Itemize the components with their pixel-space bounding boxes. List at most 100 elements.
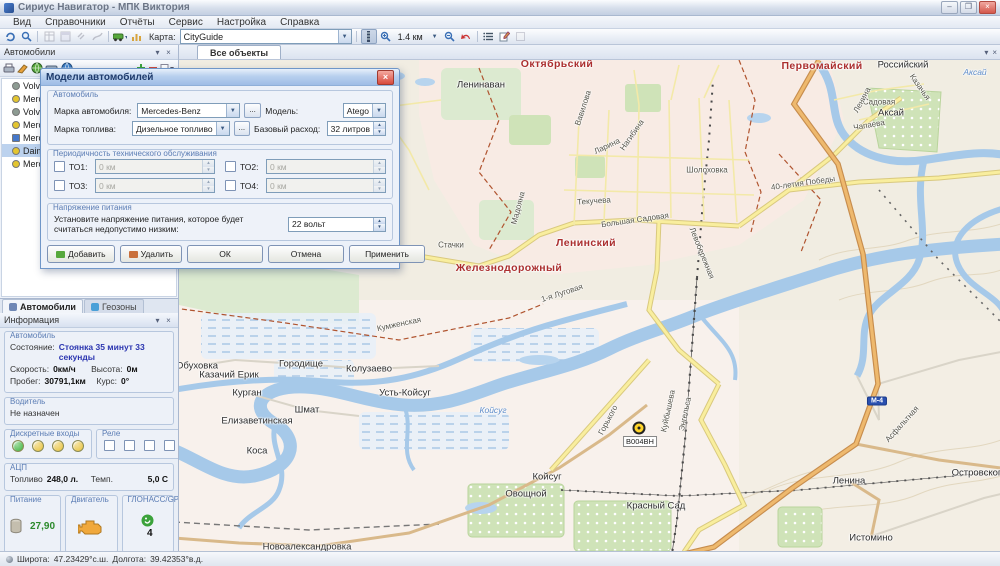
driver-group: Водитель Не назначен (4, 397, 174, 425)
close-button[interactable]: × (979, 1, 996, 14)
model-label: Модель: (265, 106, 338, 116)
info-panel-title: Информация (4, 315, 152, 325)
ok-button[interactable]: ОК (187, 245, 263, 263)
relay-checkbox[interactable] (104, 440, 115, 451)
spinner-buttons[interactable]: ▲▼ (373, 218, 385, 231)
close-panel-icon[interactable]: × (163, 47, 174, 58)
vehicle-status-icon (12, 108, 20, 116)
pin-icon[interactable]: ▾ (152, 47, 163, 58)
menu-item[interactable]: Настройка (210, 17, 273, 28)
menu-item[interactable]: Вид (6, 17, 38, 28)
power-value: 27,90 (30, 521, 55, 532)
adc-group: АЦП Топливо 248,0 л. Темп. 5,0 С (4, 463, 174, 491)
zoom-out-icon[interactable] (443, 30, 457, 43)
fuel-value: 248,0 л. (47, 474, 91, 484)
discrete-input-led (52, 440, 64, 452)
sidebar-tabs: АвтомобилиГеозоны (0, 298, 178, 313)
mileage-label: Пробег: (10, 376, 41, 386)
printer-icon[interactable] (3, 63, 15, 74)
chevron-down-icon[interactable]: ▼ (216, 122, 229, 135)
spinner-buttons[interactable]: ▲▼ (373, 122, 385, 135)
relay-checkbox[interactable] (144, 440, 155, 451)
to-checkbox[interactable] (54, 161, 65, 172)
to-checkbox[interactable] (225, 180, 236, 191)
relay-checkbox[interactable] (124, 440, 135, 451)
fuel-browse-button[interactable]: ... (234, 121, 250, 136)
consumption-label: Базовый расход: (254, 124, 323, 134)
map-select[interactable]: CityGuide ▼ (180, 29, 352, 44)
chevron-down-icon[interactable]: ▼ (226, 104, 239, 117)
dialog-title: Модели автомобилей (46, 72, 377, 83)
chevron-down-icon[interactable]: ▼ (429, 30, 441, 43)
vehicle-status-icon (12, 134, 20, 142)
dialog-close-button[interactable]: × (377, 70, 394, 85)
back-arrow-icon[interactable] (459, 30, 473, 43)
menu-item[interactable]: Сервис (162, 17, 210, 28)
zoom-in-icon[interactable] (379, 30, 393, 43)
brand-select[interactable]: Mercedes-Benz ▼ (137, 103, 240, 118)
to-checkbox[interactable] (54, 180, 65, 191)
refresh-icon[interactable] (3, 30, 17, 43)
to-label: ТО3: (69, 181, 91, 191)
relay-group: Реле (96, 429, 178, 459)
menu-item[interactable]: Отчёты (113, 17, 162, 28)
fuel-type-select[interactable]: Дизельное топливо ▼ (132, 121, 230, 136)
group-title: ГЛОНАСС/GPS (128, 495, 178, 504)
chevron-down-icon[interactable]: ▼ (338, 30, 351, 43)
vehicle-dropdown-icon[interactable] (113, 30, 127, 43)
vehicle-status-icon (12, 95, 20, 103)
apply-button[interactable]: Применить (349, 245, 425, 263)
engine-icon (78, 518, 104, 535)
to-label: ТО4: (240, 181, 262, 191)
menu-item[interactable]: Справка (273, 17, 326, 28)
vehicle-marker[interactable] (633, 422, 646, 435)
consumption-spinner[interactable]: 32 литров ▲▼ (327, 121, 386, 136)
table-icon (42, 30, 56, 43)
add-button[interactable]: Добавить (47, 245, 115, 263)
state-value: Стоянка 35 минут 33 секунды (59, 342, 168, 362)
sidebar-tab-geozones[interactable]: Геозоны (84, 299, 144, 313)
close-map-icon[interactable]: × (992, 48, 997, 57)
status-icon (6, 556, 13, 563)
search-icon[interactable] (19, 30, 33, 43)
led-row (10, 438, 86, 454)
zoom-scale-select[interactable]: 1.4 км ▼ (395, 30, 441, 43)
pin-icon[interactable]: ▾ (152, 315, 163, 326)
edit-icon[interactable] (498, 30, 512, 43)
chevron-down-icon[interactable]: ▼ (372, 104, 385, 117)
model-select[interactable]: Atego ▼ (343, 103, 386, 118)
brush-icon[interactable] (17, 63, 29, 74)
discrete-input-led (12, 440, 24, 452)
collapse-panel-icon[interactable]: ▾ (984, 48, 988, 57)
relay-row (102, 438, 177, 453)
tab-icon (9, 303, 17, 311)
app-icon (4, 3, 14, 13)
close-panel-icon[interactable]: × (163, 315, 174, 326)
title-bar: Сириус Навигатор - МПК Виктория – ❐ × (0, 0, 1000, 16)
gps-group: ГЛОНАСС/GPS 4 (122, 495, 174, 551)
dialog-title-bar[interactable]: Модели автомобилей × (41, 69, 399, 86)
altitude-value: 0м (127, 364, 138, 374)
tab-all-objects[interactable]: Все объекты (197, 45, 281, 59)
info-panel-header: Информация ▾ × (0, 313, 178, 328)
cancel-button[interactable]: Отмена (268, 245, 344, 263)
minimize-button[interactable]: – (941, 1, 958, 14)
vehicle-marker-label: В004ВН (623, 436, 657, 447)
sidebar-tab-vehicles[interactable]: Автомобили (2, 299, 83, 313)
to-item: ТО1:0 км▲▼ (54, 159, 215, 174)
voltage-spinner[interactable]: 22 вольт ▲▼ (288, 217, 386, 232)
delete-button[interactable]: Удалить (120, 245, 182, 263)
menu-item[interactable]: Справочники (38, 17, 113, 28)
brand-browse-button[interactable]: ... (244, 103, 261, 118)
to-checkbox[interactable] (225, 161, 236, 172)
maximize-button[interactable]: ❐ (960, 1, 977, 14)
list-icon[interactable] (482, 30, 496, 43)
chart-icon[interactable] (129, 30, 143, 43)
map-tab-bar: Все объекты ▾ × (179, 45, 1000, 60)
ruler-toggle-icon[interactable] (361, 29, 377, 44)
battery-icon (10, 518, 22, 534)
speed-label: Скорость: (10, 364, 49, 374)
group-title: Дискретные входы (10, 429, 79, 438)
maintenance-group: Периодичность технического обслуживания … (47, 149, 393, 199)
relay-checkbox[interactable] (164, 440, 175, 451)
